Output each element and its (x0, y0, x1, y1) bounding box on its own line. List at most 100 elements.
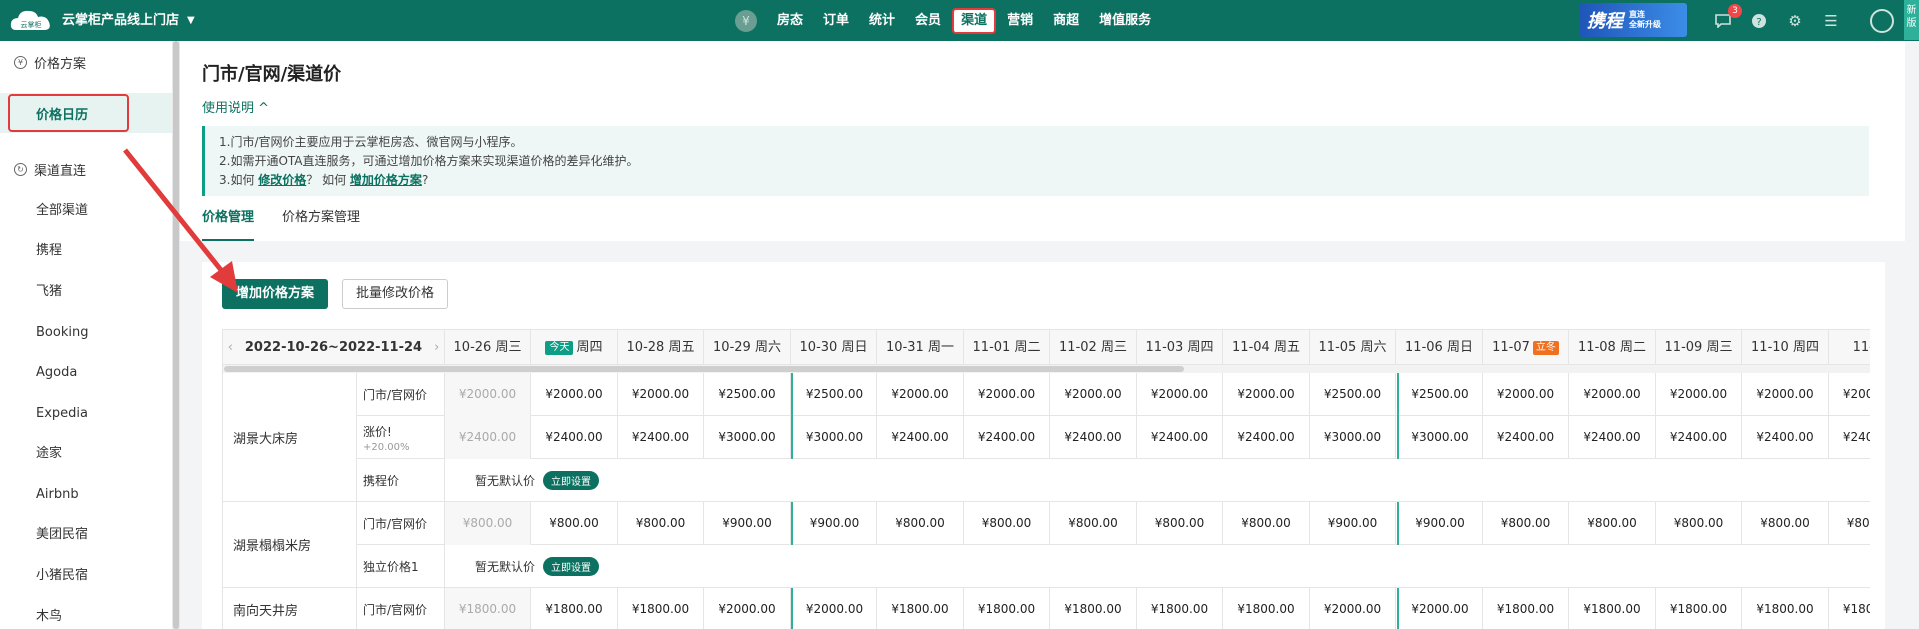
price-cell[interactable]: ¥2400.00 (1051, 416, 1137, 459)
user-avatar[interactable] (1870, 8, 1894, 33)
price-cell[interactable]: ¥2000.00 (791, 588, 877, 629)
sidebar-item-booking[interactable]: Booking (36, 323, 88, 343)
price-cell[interactable]: ¥2400.00 (878, 416, 964, 459)
price-cell[interactable]: ¥2400.00 (532, 416, 618, 459)
price-cell[interactable]: ¥2400.00 (1483, 416, 1569, 459)
nav-members[interactable]: 会员 (906, 8, 950, 34)
price-cell[interactable]: ¥1800.00 (1570, 588, 1656, 629)
price-cell[interactable]: ¥900.00 (1396, 502, 1483, 545)
price-cell[interactable]: ¥800.00 (532, 502, 618, 545)
sidebar-item-meituan[interactable]: 美团民宿 (36, 525, 88, 545)
price-cell[interactable]: ¥1800.00 (1656, 588, 1742, 629)
price-cell[interactable]: ¥800.00 (1656, 502, 1742, 545)
sidebar-group-price-plan[interactable]: ¥ 价格方案 (14, 52, 86, 72)
nav-marketing[interactable]: 营销 (998, 8, 1042, 34)
sidebar-item-xiaozhu[interactable]: 小猪民宿 (36, 566, 88, 586)
price-cell[interactable]: ¥800.00 (618, 502, 704, 545)
nav-room-status[interactable]: 房态 (768, 8, 812, 34)
price-cell[interactable]: ¥800.00 (1483, 502, 1569, 545)
price-cell[interactable]: ¥800.00 (1829, 502, 1870, 545)
store-selector[interactable]: 云掌柜产品线上门店 ▼ (62, 0, 195, 41)
nav-channels[interactable]: 渠道 (952, 7, 997, 34)
price-cell[interactable]: ¥2000.00 (964, 373, 1050, 416)
price-cell[interactable]: ¥3000.00 (791, 416, 877, 459)
price-cell[interactable]: ¥900.00 (705, 502, 791, 545)
price-cell[interactable]: ¥2400.00 (1743, 416, 1829, 459)
yunzhanggui-logo[interactable]: 云掌柜 (8, 6, 54, 36)
price-cell[interactable]: ¥2400.00 (1224, 416, 1310, 459)
price-cell[interactable]: ¥800.00 (964, 502, 1050, 545)
price-cell[interactable]: ¥1800.00 (1051, 588, 1137, 629)
nav-value-added[interactable]: 增值服务 (1090, 8, 1160, 34)
sidebar-item-airbnb[interactable]: Airbnb (36, 485, 79, 505)
price-cell[interactable]: ¥2400.00 (1829, 416, 1870, 459)
price-cell[interactable]: ¥2400.00 (964, 416, 1050, 459)
help-icon[interactable]: ? (1748, 10, 1770, 32)
chevron-left-icon[interactable]: ‹ (228, 340, 233, 355)
price-cell[interactable]: ¥2000.00 (445, 373, 531, 416)
menu-icon[interactable]: ☰ (1820, 10, 1842, 32)
price-cell[interactable]: ¥2400.00 (1137, 416, 1223, 459)
price-cell[interactable]: ¥2000.00 (1829, 373, 1870, 416)
sidebar-item-agoda[interactable]: Agoda (36, 363, 77, 383)
price-cell[interactable]: ¥1800.00 (1137, 588, 1223, 629)
usage-instructions-toggle[interactable]: 使用说明 ^ (202, 97, 269, 116)
price-cell[interactable]: ¥800.00 (1137, 502, 1223, 545)
price-cell[interactable]: ¥1800.00 (618, 588, 704, 629)
price-cell[interactable]: ¥2000.00 (1483, 373, 1569, 416)
nav-supermarket[interactable]: 商超 (1044, 8, 1088, 34)
sidebar-item-expedia[interactable]: Expedia (36, 404, 88, 424)
price-cell[interactable]: ¥800.00 (1570, 502, 1656, 545)
message-icon[interactable]: 3 (1712, 3, 1742, 32)
sidebar-item-price-calendar[interactable]: 价格日历 (36, 104, 88, 123)
price-cell[interactable]: ¥2400.00 (445, 416, 531, 459)
price-cell[interactable]: ¥2500.00 (1310, 373, 1396, 416)
price-cell[interactable]: ¥1800.00 (445, 588, 531, 629)
modify-price-link[interactable]: 修改价格 (258, 173, 306, 187)
price-cell[interactable]: ¥3000.00 (1310, 416, 1396, 459)
price-cell[interactable]: ¥800.00 (1051, 502, 1137, 545)
chevron-right-icon[interactable]: › (434, 340, 439, 355)
price-cell[interactable]: ¥2000.00 (1396, 588, 1483, 629)
sidebar-item-all-channels[interactable]: 全部渠道 (36, 201, 88, 221)
nav-statistics[interactable]: 统计 (860, 8, 904, 34)
sidebar-item-ctrip[interactable]: 携程 (36, 241, 62, 261)
price-cell[interactable]: ¥2500.00 (791, 373, 877, 416)
sidebar-item-tujia[interactable]: 途家 (36, 444, 62, 464)
price-cell[interactable]: ¥2400.00 (618, 416, 704, 459)
price-cell[interactable]: ¥2000.00 (618, 373, 704, 416)
price-cell[interactable]: ¥1800.00 (878, 588, 964, 629)
scrollbar-thumb[interactable] (173, 41, 179, 629)
price-cell[interactable]: ¥2000.00 (1310, 588, 1396, 629)
price-cell[interactable]: ¥1800.00 (1483, 588, 1569, 629)
sidebar-item-fliggy[interactable]: 飞猪 (36, 282, 62, 302)
price-cell[interactable]: ¥1800.00 (1743, 588, 1829, 629)
price-cell[interactable]: ¥2000.00 (878, 373, 964, 416)
settings-gear-icon[interactable]: ⚙ (1784, 10, 1806, 32)
price-cell[interactable]: ¥800.00 (1743, 502, 1829, 545)
price-cell[interactable]: ¥900.00 (791, 502, 877, 545)
price-cell[interactable]: ¥2500.00 (705, 373, 791, 416)
price-cell[interactable]: ¥2000.00 (532, 373, 618, 416)
yen-icon[interactable]: ¥ (735, 9, 757, 32)
price-cell[interactable]: ¥2000.00 (1224, 373, 1310, 416)
add-price-plan-link[interactable]: 增加价格方案 (350, 173, 422, 187)
price-cell[interactable]: ¥3000.00 (1396, 416, 1483, 459)
nav-orders[interactable]: 订单 (814, 8, 858, 34)
price-cell[interactable]: ¥2000.00 (1137, 373, 1223, 416)
set-now-button[interactable]: 立即设置 (543, 557, 600, 576)
ctrip-direct-banner[interactable]: 携程 直连 全新升级 (1579, 3, 1687, 37)
price-cell[interactable]: ¥800.00 (445, 502, 531, 545)
date-range-selector[interactable]: ‹ 2022-10-26~2022-11-24 › (223, 330, 445, 365)
price-cell[interactable]: ¥2400.00 (1570, 416, 1656, 459)
sidebar-scrollbar[interactable] (172, 41, 180, 629)
price-cell[interactable]: ¥2000.00 (1656, 373, 1742, 416)
price-cell[interactable]: ¥2000.00 (1743, 373, 1829, 416)
price-cell[interactable]: ¥1800.00 (1224, 588, 1310, 629)
price-cell[interactable]: ¥2000.00 (1051, 373, 1137, 416)
price-cell[interactable]: ¥1800.00 (532, 588, 618, 629)
price-cell[interactable]: ¥2000.00 (705, 588, 791, 629)
price-cell[interactable]: ¥800.00 (1224, 502, 1310, 545)
table-horizontal-scrollbar[interactable] (223, 365, 1870, 373)
price-cell[interactable]: ¥800.00 (878, 502, 964, 545)
